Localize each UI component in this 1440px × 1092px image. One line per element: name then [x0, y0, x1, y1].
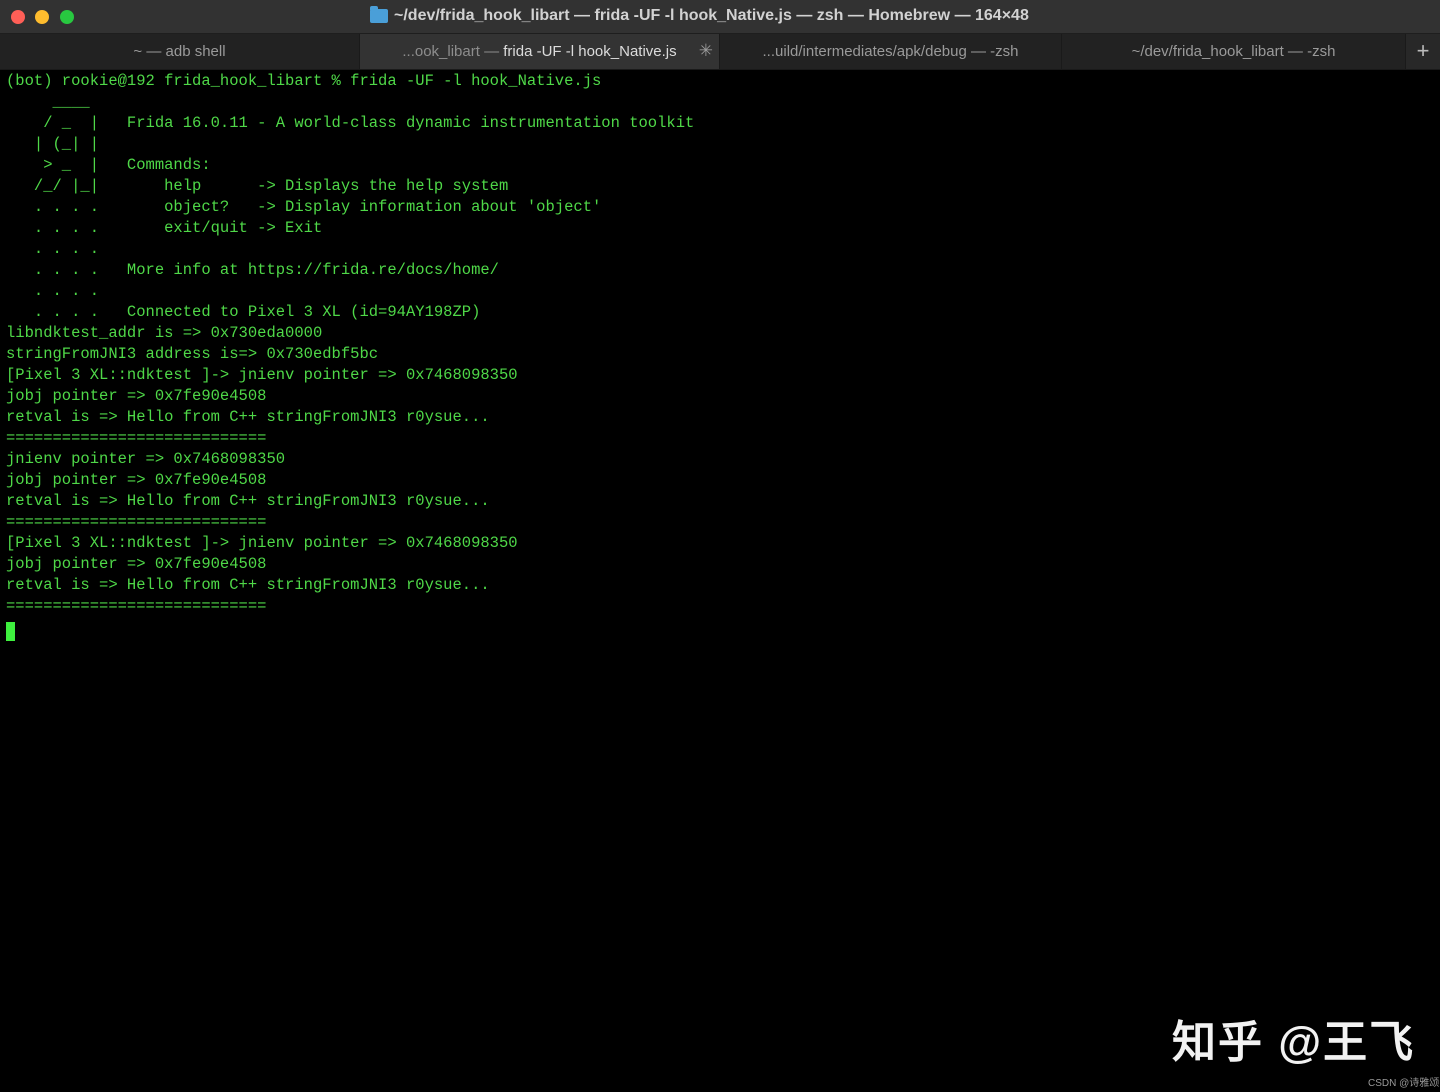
terminal-line: / _ | Frida 16.0.11 - A world-class dyna…	[6, 114, 695, 132]
terminal-line: ============================	[6, 513, 267, 531]
window-title-text: ~/dev/frida_hook_libart — frida -UF -l h…	[394, 7, 1029, 24]
terminal-line: . . . . exit/quit -> Exit	[6, 219, 323, 237]
terminal-line: . . . . object? -> Display information a…	[6, 198, 602, 216]
window-title: ~/dev/frida_hook_libart — frida -UF -l h…	[370, 6, 1029, 25]
terminal-cursor	[6, 622, 15, 641]
terminal-line: /_/ |_| help -> Displays the help system	[6, 177, 509, 195]
tab-apk-debug[interactable]: ...uild/intermediates/apk/debug — -zsh	[720, 34, 1062, 69]
tab-frida-hook-native[interactable]: ...ook_libart — frida -UF -l hook_Native…	[360, 34, 720, 69]
tab-label: ~ — adb shell	[133, 43, 226, 60]
terminal-output[interactable]: (bot) rookie@192 frida_hook_libart % fri…	[6, 71, 1434, 1081]
close-window-button[interactable]	[11, 10, 25, 24]
terminal-line: jobj pointer => 0x7fe90e4508	[6, 387, 267, 405]
activity-spinner-icon: ✳	[698, 41, 713, 60]
terminal-line: > _ | Commands:	[6, 156, 211, 174]
csdn-watermark: CSDN @诗雅颂	[1368, 1078, 1440, 1089]
tab-bar: ~ — adb shell ...ook_libart — frida -UF …	[0, 34, 1440, 70]
terminal-line: ============================	[6, 429, 267, 447]
new-tab-button[interactable]: +	[1406, 34, 1440, 69]
terminal-line: jnienv pointer => 0x7468098350	[6, 450, 286, 468]
terminal-line: jobj pointer => 0x7fe90e4508	[6, 555, 267, 573]
tab-label: ...uild/intermediates/apk/debug — -zsh	[762, 43, 1019, 60]
terminal-line: retval is => Hello from C++ stringFromJN…	[6, 408, 490, 426]
terminal-line: [Pixel 3 XL::ndktest ]-> jnienv pointer …	[6, 534, 518, 552]
maximize-window-button[interactable]	[60, 10, 74, 24]
window-titlebar: ~/dev/frida_hook_libart — frida -UF -l h…	[0, 0, 1440, 34]
terminal-line: libndktest_addr is => 0x730eda0000	[6, 324, 323, 342]
zhihu-watermark: 知乎 @王飞	[1172, 1018, 1416, 1067]
terminal-line: (bot) rookie@192 frida_hook_libart % fri…	[6, 72, 602, 90]
minimize-window-button[interactable]	[35, 10, 49, 24]
terminal-line: . . . .	[6, 282, 100, 300]
terminal-line: ____	[6, 93, 90, 111]
terminal-line: . . . . Connected to Pixel 3 XL (id=94AY…	[6, 303, 481, 321]
terminal-line: . . . .	[6, 240, 100, 258]
tab-label-prefix: ...ook_libart —	[402, 43, 504, 60]
plus-icon: +	[1416, 38, 1430, 63]
folder-icon	[370, 6, 388, 23]
terminal-line: retval is => Hello from C++ stringFromJN…	[6, 576, 490, 594]
tab-adb-shell[interactable]: ~ — adb shell	[0, 34, 360, 69]
tab-label: ~/dev/frida_hook_libart — -zsh	[1131, 43, 1336, 60]
terminal-line: retval is => Hello from C++ stringFromJN…	[6, 492, 490, 510]
terminal-line: jobj pointer => 0x7fe90e4508	[6, 471, 267, 489]
terminal-line: [Pixel 3 XL::ndktest ]-> jnienv pointer …	[6, 366, 518, 384]
terminal-line: . . . . More info at https://frida.re/do…	[6, 261, 499, 279]
terminal-line: | (_| |	[6, 135, 100, 153]
tab-frida-hook-libart[interactable]: ~/dev/frida_hook_libart — -zsh	[1062, 34, 1406, 69]
terminal-line: stringFromJNI3 address is=> 0x730edbf5bc	[6, 345, 379, 363]
terminal-line: ============================	[6, 597, 267, 615]
tab-label: frida -UF -l hook_Native.js	[503, 43, 677, 60]
